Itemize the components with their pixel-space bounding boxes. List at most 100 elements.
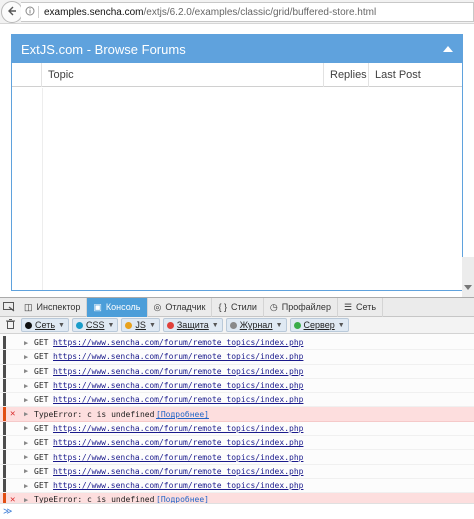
log-row[interactable]: ▶ GET https://www.sencha.com/forum/remot… <box>0 450 474 465</box>
log-row[interactable]: ▶ GET https://www.sencha.com/forum/remot… <box>0 464 474 479</box>
collapse-up-icon[interactable] <box>442 43 454 55</box>
filter-label: Сеть <box>35 320 56 330</box>
request-method: GET <box>34 381 49 391</box>
style-editor-icon: { } <box>218 302 227 312</box>
server-filter-dot <box>293 321 301 329</box>
log-row[interactable]: ▶ GET https://www.sencha.com/forum/remot… <box>0 393 474 408</box>
log-row[interactable]: ▶ GET https://www.sencha.com/forum/remot… <box>0 350 474 365</box>
expand-arrow-icon[interactable]: ▶ <box>24 467 28 475</box>
request-method: GET <box>34 438 49 448</box>
console-output[interactable]: ▶ GET https://www.sencha.com/forum/remot… <box>0 336 474 508</box>
request-method: GET <box>34 338 49 348</box>
error-message: TypeError: c is undefined <box>34 409 155 419</box>
filter-network[interactable]: Сеть ▼ <box>21 318 69 332</box>
log-gutter <box>3 336 6 350</box>
request-url-link[interactable]: https://www.sencha.com/forum/remote_topi… <box>53 381 303 390</box>
back-arrow-icon <box>6 5 18 20</box>
page-info-icon[interactable] <box>25 6 35 19</box>
security-filter-dot <box>166 321 174 329</box>
expand-arrow-icon[interactable]: ▶ <box>24 439 28 447</box>
tab-label: Сеть <box>356 302 377 312</box>
column-header-last-post[interactable]: Last Post <box>369 63 462 87</box>
expand-arrow-icon[interactable]: ▶ <box>24 339 28 347</box>
scroll-down-icon[interactable] <box>464 279 472 293</box>
expand-arrow-icon[interactable]: ▶ <box>24 353 28 361</box>
filter-label: Защита <box>176 320 209 330</box>
log-row[interactable]: ▶ GET https://www.sencha.com/forum/remot… <box>0 378 474 394</box>
back-button[interactable] <box>1 1 23 23</box>
tab-inspector[interactable]: ◫ Инспектор <box>18 297 88 317</box>
log-row[interactable]: ▶ GET https://www.sencha.com/forum/remot… <box>0 436 474 451</box>
column-header-replies[interactable]: Replies <box>324 63 369 87</box>
expand-arrow-icon[interactable]: ▶ <box>24 424 28 432</box>
grid-body[interactable] <box>12 88 462 290</box>
chevron-down-icon: ▼ <box>275 321 283 329</box>
debugger-icon: ◎ <box>153 301 162 312</box>
more-info-link[interactable]: [Подробнее] <box>156 410 209 419</box>
request-url-link[interactable]: https://www.sencha.com/forum/remote_topi… <box>53 424 303 433</box>
filter-label: Сервер <box>303 320 335 330</box>
filter-server[interactable]: Сервер ▼ <box>289 318 349 332</box>
log-gutter <box>3 478 6 493</box>
expand-arrow-icon[interactable]: ▶ <box>24 396 28 404</box>
request-url-link[interactable]: https://www.sencha.com/forum/remote_topi… <box>53 467 303 476</box>
request-method: GET <box>34 352 49 362</box>
log-gutter <box>3 464 6 478</box>
console-input[interactable]: ≫ <box>0 503 474 519</box>
filter-js[interactable]: JS ▼ <box>121 318 160 332</box>
expand-arrow-icon[interactable]: ▶ <box>24 367 28 375</box>
filter-logging[interactable]: Журнал ▼ <box>225 318 287 332</box>
tab-network[interactable]: ☰ Сеть <box>338 297 384 317</box>
request-url-link[interactable]: https://www.sencha.com/forum/remote_topi… <box>53 352 303 361</box>
tab-console[interactable]: ▣ Консоль <box>87 297 148 317</box>
log-row[interactable]: ▶ GET https://www.sencha.com/forum/remot… <box>0 421 474 437</box>
log-row[interactable]: ▶ GET https://www.sencha.com/forum/remot… <box>0 478 474 494</box>
tab-profiler[interactable]: ◷ Профайлер <box>264 297 338 317</box>
log-row[interactable]: ▶ GET https://www.sencha.com/forum/remot… <box>0 336 474 351</box>
expand-arrow-icon[interactable]: ▶ <box>24 410 28 418</box>
request-url-link[interactable]: https://www.sencha.com/forum/remote_topi… <box>53 453 303 462</box>
log-row[interactable]: ▶ GET https://www.sencha.com/forum/remot… <box>0 364 474 379</box>
page-scrollbar[interactable] <box>462 257 474 297</box>
logging-filter-dot <box>229 321 237 329</box>
forum-grid-panel: ExtJS.com - Browse Forums Topic Replies … <box>11 34 463 291</box>
expand-arrow-icon[interactable]: ▶ <box>24 482 28 490</box>
grid-header-row: Topic Replies Last Post <box>12 63 462 87</box>
log-gutter <box>3 436 6 450</box>
request-url-link[interactable]: https://www.sencha.com/forum/remote_topi… <box>53 395 303 404</box>
url-bar[interactable]: examples.sencha.com/extjs/6.2.0/examples… <box>21 2 474 22</box>
request-url-link[interactable]: https://www.sencha.com/forum/remote_topi… <box>53 438 303 447</box>
tab-label: Консоль <box>105 302 141 312</box>
panel-header: ExtJS.com - Browse Forums <box>12 35 462 63</box>
pick-element-icon[interactable] <box>0 298 18 317</box>
tab-style-editor[interactable]: { } Стили <box>212 297 264 317</box>
column-header-topic[interactable]: Topic <box>42 63 324 87</box>
tab-debugger[interactable]: ◎ Отладчик <box>148 297 213 317</box>
clear-console-button[interactable] <box>2 318 18 333</box>
expand-arrow-icon[interactable]: ▶ <box>24 453 28 461</box>
tab-label: Инспектор <box>36 302 81 312</box>
log-gutter <box>3 421 6 436</box>
filter-security[interactable]: Защита ▼ <box>162 318 223 332</box>
network-icon: ☰ <box>343 301 353 312</box>
expand-arrow-icon[interactable]: ▶ <box>24 382 28 390</box>
url-separator <box>38 6 39 18</box>
log-gutter <box>3 407 6 421</box>
chevron-down-icon: ▼ <box>211 321 219 329</box>
page-content: ExtJS.com - Browse Forums Topic Replies … <box>0 25 474 297</box>
console-filter-bar: Сеть ▼ CSS ▼ JS ▼ Защита ▼ Журнал ▼ Серв… <box>0 317 474 334</box>
request-url-link[interactable]: https://www.sencha.com/forum/remote_topi… <box>53 338 303 347</box>
filter-label: CSS <box>85 320 105 330</box>
error-log-row[interactable]: ✕ ▶ TypeError: c is undefined [Подробнее… <box>0 407 474 422</box>
tab-label: Отладчик <box>165 302 206 312</box>
browser-toolbar: examples.sencha.com/extjs/6.2.0/examples… <box>0 0 474 24</box>
devtools-panel: ◫ Инспектор ▣ Консоль ◎ Отладчик { } Сти… <box>0 297 474 519</box>
chevron-down-icon: ▼ <box>337 321 345 329</box>
error-icon: ✕ <box>10 409 16 420</box>
request-url-link[interactable]: https://www.sencha.com/forum/remote_topi… <box>53 367 303 376</box>
request-url-link[interactable]: https://www.sencha.com/forum/remote_topi… <box>53 481 303 490</box>
filter-label: Журнал <box>239 320 273 330</box>
filter-css[interactable]: CSS ▼ <box>71 318 119 332</box>
console-icon: ▣ <box>93 301 102 312</box>
request-method: GET <box>34 481 49 491</box>
